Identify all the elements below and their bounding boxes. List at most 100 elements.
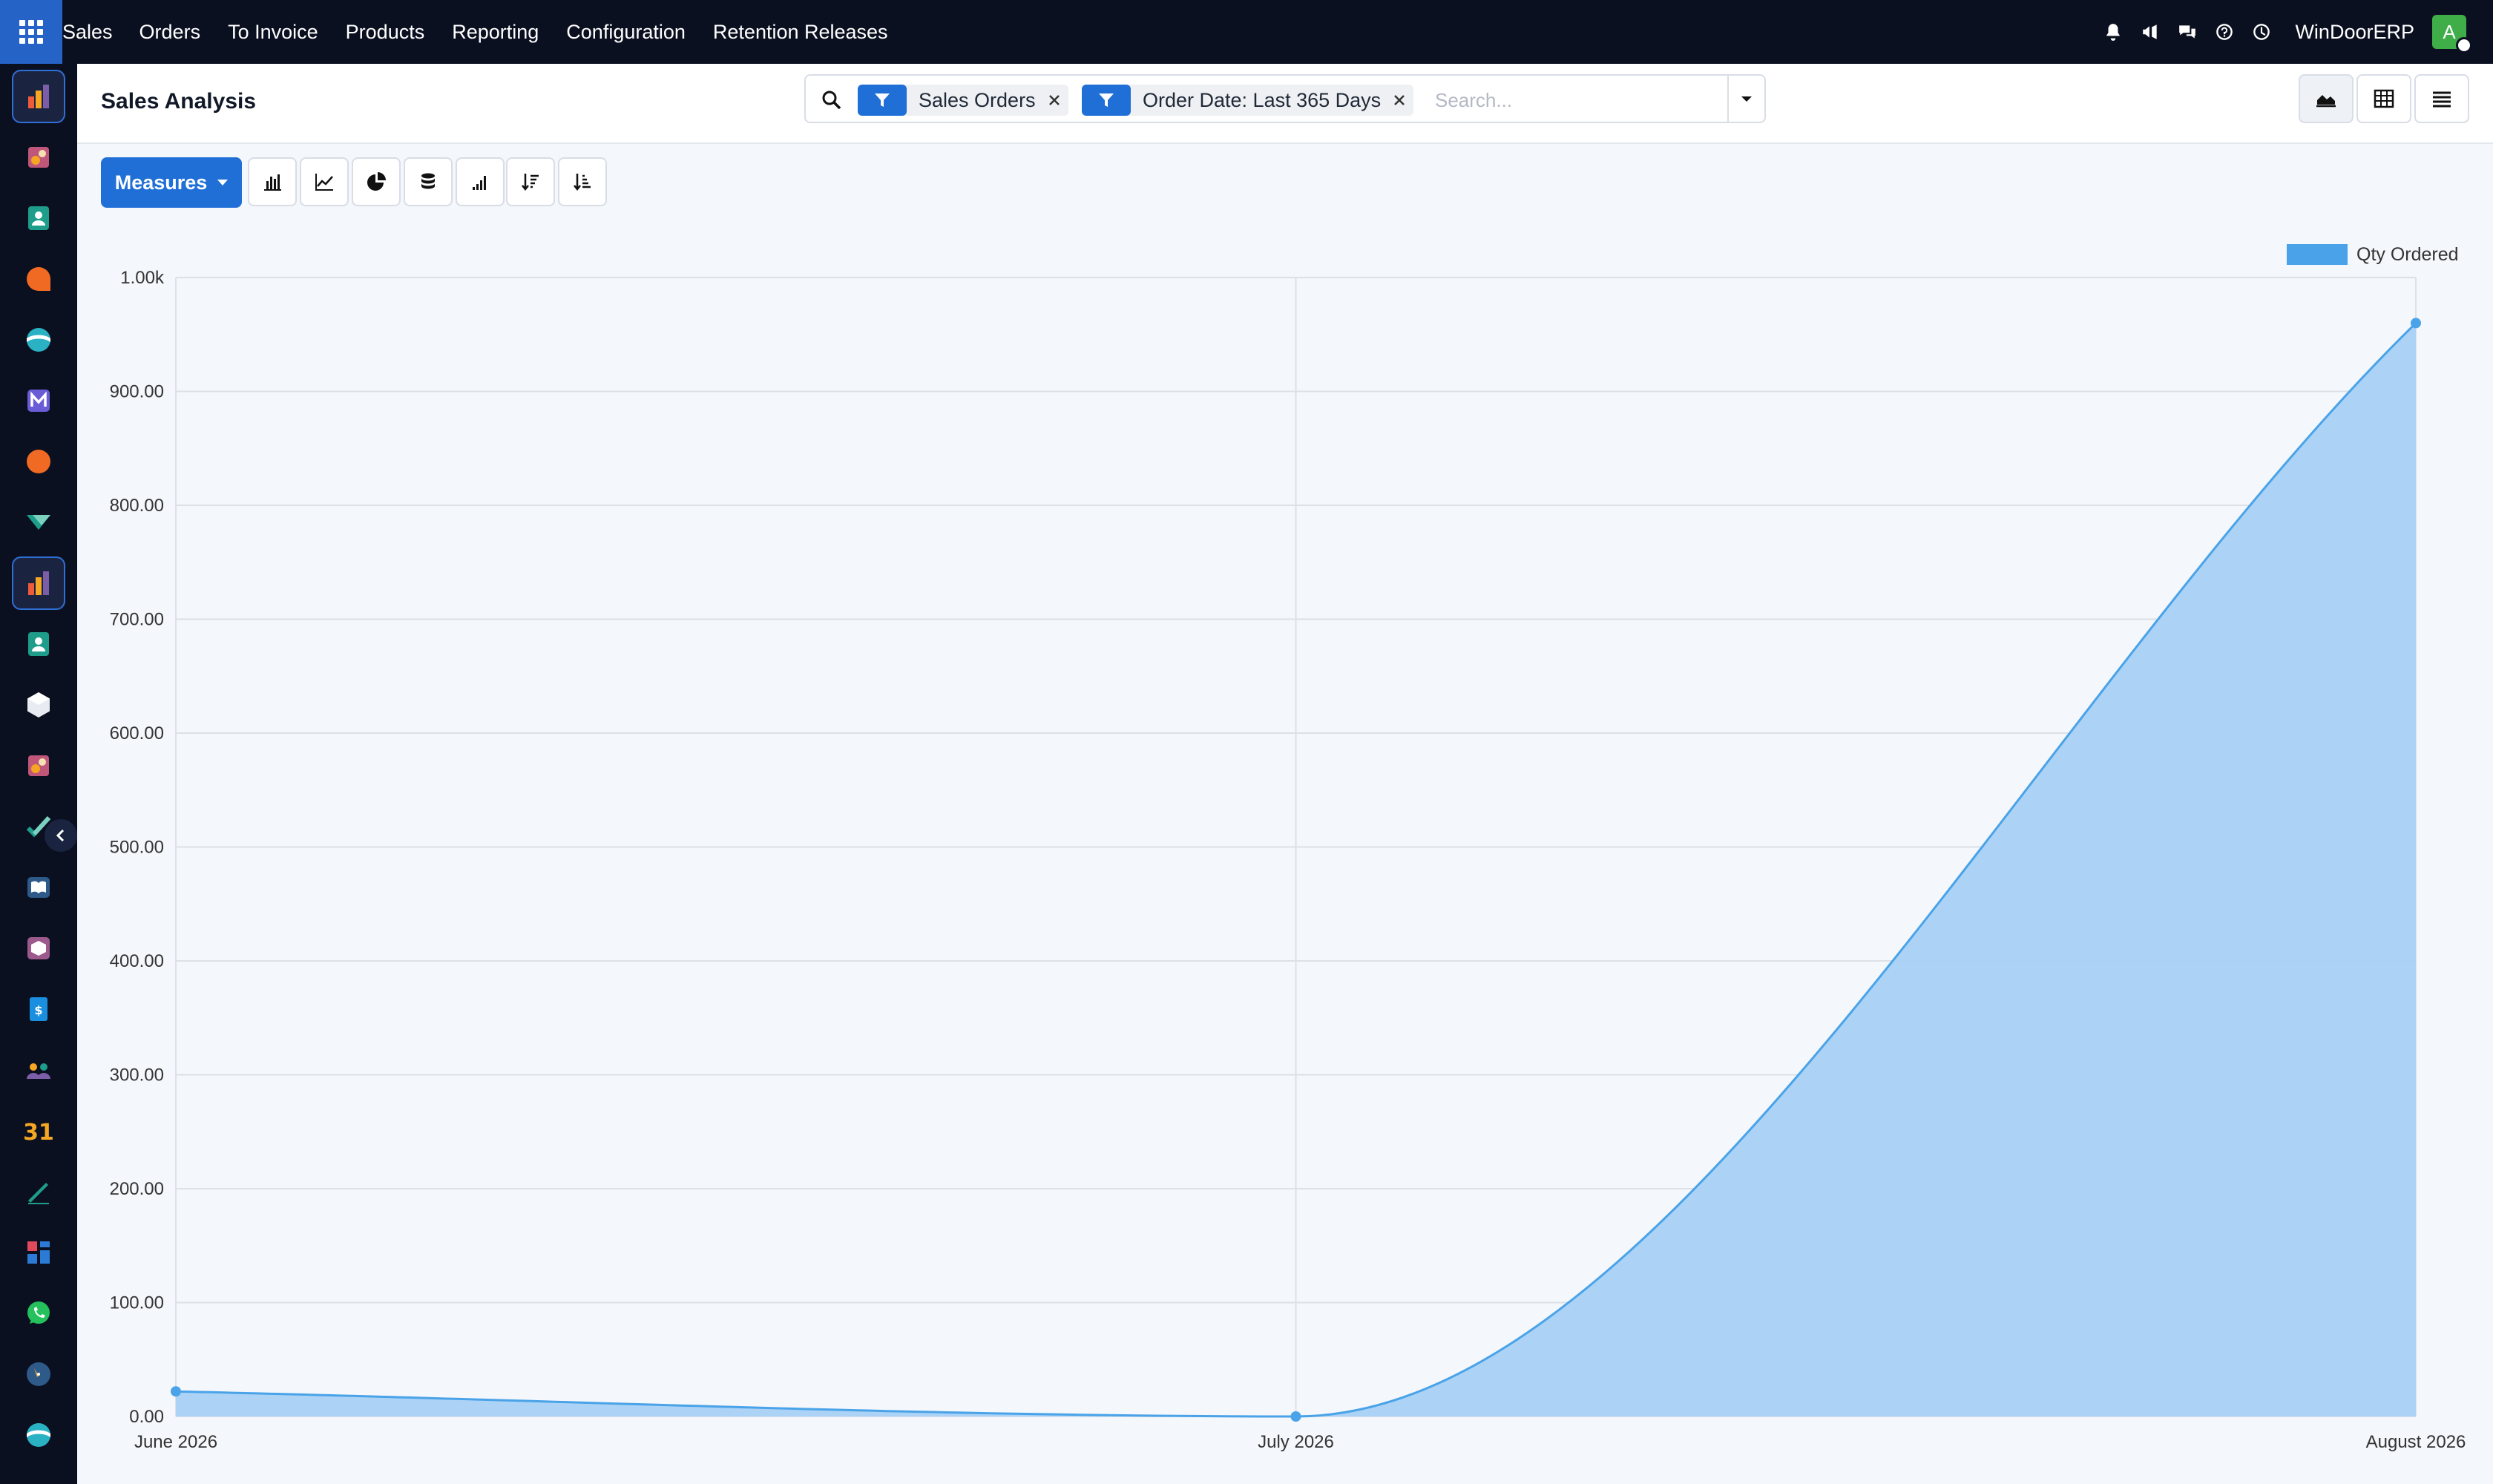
dock-app-dashboards[interactable] [12, 1226, 65, 1279]
bar-chart-icon [264, 174, 281, 191]
menu-to-invoice[interactable]: To Invoice [228, 21, 318, 44]
avatar-initial: A [2443, 20, 2456, 43]
search-bar[interactable]: Sales Orders Order Date: Last 365 Days [804, 74, 1766, 123]
list-view-button[interactable] [2414, 74, 2469, 123]
dock-app-crm-2[interactable] [12, 739, 65, 792]
x-tick-label: June 2026 [134, 1432, 217, 1452]
legend-swatch[interactable] [2287, 244, 2348, 265]
dock-app-employees[interactable] [12, 1043, 65, 1097]
systray: WinDoorERP A [2103, 0, 2493, 64]
dock-app-sales-2[interactable] [12, 556, 65, 610]
chart-legend[interactable]: Qty Ordered [2287, 244, 2459, 265]
chart-option-buttons [404, 157, 508, 206]
inventory-icon [27, 692, 50, 718]
bar-chart-button[interactable] [248, 157, 297, 206]
clock-icon[interactable] [2252, 22, 2271, 42]
close-icon [1394, 95, 1405, 105]
chat-icon[interactable] [2178, 22, 2197, 42]
dock-app-email-marketing[interactable] [12, 374, 65, 427]
sort-ascending-button[interactable] [558, 157, 607, 206]
calendar-icon: 31 [24, 1120, 53, 1146]
apps-menu-button[interactable] [0, 0, 62, 64]
y-tick-label: 700.00 [110, 610, 164, 630]
dock-app-inventory[interactable] [12, 678, 65, 732]
data-point[interactable] [2411, 318, 2421, 329]
bell-icon[interactable] [2103, 22, 2123, 42]
menu-orders[interactable]: Orders [139, 21, 201, 44]
search-input[interactable] [1435, 85, 1709, 116]
y-tick-label: 900.00 [110, 382, 164, 402]
y-tick-label: 800.00 [110, 496, 164, 516]
search-icon[interactable] [821, 89, 843, 111]
data-point[interactable] [171, 1386, 181, 1397]
dock-app-sales[interactable] [12, 70, 65, 123]
dock-app-website[interactable] [12, 313, 65, 367]
company-name[interactable]: WinDoorERP [2295, 21, 2414, 44]
chevron-left-icon [56, 829, 65, 842]
help-icon[interactable] [2215, 22, 2234, 42]
calendar-day: 31 [24, 1120, 53, 1146]
graph-view-button[interactable] [2299, 74, 2354, 123]
qty-ordered-area-chart: 0.00 100.00 200.00 300.00 400.00 500.00 600.00… [110, 244, 2466, 1452]
dock-app-discuss[interactable] [12, 252, 65, 306]
whatsapp-icon [27, 1301, 50, 1324]
dock-app-crm[interactable] [12, 131, 65, 184]
y-tick-label: 400.00 [110, 951, 164, 971]
cumulative-toggle-button[interactable] [456, 157, 505, 206]
caret-down-icon [217, 180, 229, 186]
dock-app-live-chat[interactable] [12, 435, 65, 488]
planning-icon [27, 1362, 50, 1386]
area-chart-icon [2316, 95, 2336, 108]
dock-app-planning[interactable] [12, 1347, 65, 1401]
pie-chart-button[interactable] [352, 157, 401, 206]
menu-reporting[interactable]: Reporting [452, 21, 539, 44]
pivot-view-button[interactable] [2356, 74, 2411, 123]
top-navbar: Sales Orders To Invoice Products Reporti… [0, 0, 2493, 64]
megaphone-icon[interactable] [2141, 22, 2160, 42]
measures-dropdown-button[interactable]: Measures [101, 157, 242, 208]
page-title: Sales Analysis [101, 89, 257, 114]
crm-icon [28, 147, 49, 168]
dock-app-sign[interactable] [12, 1165, 65, 1218]
dock-app-contacts[interactable] [12, 191, 65, 245]
apps-grid-icon [19, 20, 43, 44]
data-point[interactable] [1290, 1411, 1301, 1422]
user-avatar[interactable]: A [2432, 15, 2472, 53]
legend-label[interactable]: Qty Ordered [2356, 244, 2459, 265]
sort-ascending-icon [574, 174, 591, 191]
dock-app-helpdesk[interactable] [12, 496, 65, 549]
chart-type-buttons [248, 157, 404, 206]
facet-remove-button[interactable] [1046, 85, 1068, 116]
sort-descending-icon [522, 174, 539, 191]
stacked-toggle-button[interactable] [404, 157, 453, 206]
control-panel: Sales Analysis Sales Orders Order Date: … [77, 64, 2493, 144]
signal-bars-icon [473, 176, 486, 190]
sort-descending-button[interactable] [506, 157, 555, 206]
pie-chart-icon [367, 172, 386, 191]
main-menu: Sales Orders To Invoice Products Reporti… [62, 0, 916, 64]
dock-app-whatsapp[interactable] [12, 1287, 65, 1340]
contacts-icon [28, 632, 49, 656]
purchase-icon [27, 937, 50, 959]
menu-retention-releases[interactable]: Retention Releases [713, 21, 888, 44]
y-tick-label: 100.00 [110, 1293, 164, 1313]
facet-remove-button[interactable] [1391, 85, 1413, 116]
dock-app-website-2[interactable] [12, 1408, 65, 1462]
filter-tag [858, 85, 907, 116]
menu-sales[interactable]: Sales [62, 21, 113, 44]
dock-collapse-button[interactable] [45, 819, 77, 852]
knowledge-icon [27, 877, 50, 898]
x-tick-label: August 2026 [2366, 1432, 2466, 1452]
dock-app-knowledge[interactable] [12, 861, 65, 914]
search-options-toggle[interactable] [1727, 76, 1764, 122]
dock-app-calendar[interactable]: 31 [12, 1104, 65, 1158]
menu-configuration[interactable]: Configuration [566, 21, 686, 44]
dock-app-invoicing[interactable]: $ [12, 982, 65, 1036]
view-switcher [2296, 74, 2469, 123]
dock-app-purchase[interactable] [12, 922, 65, 975]
dock-app-contacts-2[interactable] [12, 617, 65, 671]
facet-sales-orders: Sales Orders [858, 85, 1068, 116]
database-icon [421, 173, 435, 189]
line-chart-button[interactable] [300, 157, 349, 206]
menu-products[interactable]: Products [346, 21, 425, 44]
